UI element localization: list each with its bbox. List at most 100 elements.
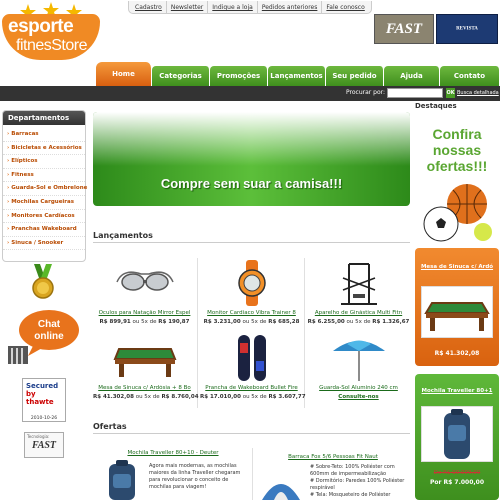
product-name[interactable]: Prancha de Wakeboard Bullet Fire: [200, 385, 303, 391]
department-item-pranchas[interactable]: › Pranchas Wakeboard: [3, 223, 85, 237]
offer-description: # Sobre-Teto: 100% Poliéster com 600mm d…: [310, 464, 404, 499]
featured-product-mochila[interactable]: Mochila Traveller 80+1 De R$ 00.000,00 P…: [415, 374, 499, 500]
search-ok-button[interactable]: OK: [446, 88, 455, 98]
fast-logo[interactable]: FAST: [374, 14, 434, 44]
tab-promocoes[interactable]: Promoções: [210, 66, 268, 86]
exame-prefix: REVISTA: [456, 26, 478, 32]
promo-banner[interactable]: Compre sem suar a camisa!!!: [93, 112, 410, 206]
tab-categorias[interactable]: Categorias: [152, 66, 210, 86]
confira-text: Confira nossas ofertas!!!: [415, 126, 499, 174]
product-card[interactable]: Aparelho de Ginástica Multi Fitn R$ 6.25…: [307, 260, 410, 340]
arrow-icon: ›: [7, 171, 10, 178]
installments-label: ou 5x de: [130, 319, 159, 325]
confira-ofertas-banner[interactable]: Confira nossas ofertas!!!: [415, 122, 499, 242]
product-price: R$ 17.010,00 ou 5x de R$ 3.607,77: [200, 394, 306, 400]
tab-home[interactable]: Home: [96, 62, 152, 86]
top-link-pedidos[interactable]: Pedidos anteriores: [258, 1, 323, 13]
product-card[interactable]: Guarda-Sol Alumínio 240 cm Consulte-nos: [307, 335, 410, 415]
arrow-icon: ›: [7, 198, 10, 205]
offer-card[interactable]: Mochila Traveller 80+10 - Deuter Agora m…: [93, 448, 249, 500]
product-name[interactable]: Monitor Cardíaco Vibra Trainer 8: [200, 310, 303, 316]
secured-seal[interactable]: Secured by thawte 2010-10-26: [22, 378, 66, 422]
column-divider: [197, 258, 198, 408]
product-card[interactable]: Monitor Cardíaco Vibra Trainer 8 R$ 3.23…: [200, 260, 303, 340]
product-card[interactable]: Prancha de Wakeboard Bullet Fire R$ 17.0…: [200, 335, 306, 415]
featured-price: R$ 41.302,08: [434, 350, 480, 357]
department-label: Mochilas Cargueiras: [11, 198, 75, 205]
installments-label: ou 5x de: [133, 394, 162, 400]
tab-seu-pedido[interactable]: Seu pedido: [326, 66, 384, 86]
featured-name[interactable]: Mochila Traveller 80+1: [415, 388, 499, 394]
department-label: Monitores Cardíacos: [11, 212, 75, 219]
installment-value: R$ 1.326,67: [372, 319, 410, 325]
department-label: Fitness: [11, 171, 34, 178]
price-value: R$ 41.302,08: [93, 394, 134, 400]
pool-table-icon: [113, 348, 177, 377]
department-item-fitness[interactable]: › Fitness: [3, 169, 85, 183]
department-item-barracas[interactable]: › Barracas: [3, 128, 85, 142]
divider: [93, 242, 410, 243]
exame-logo[interactable]: REVISTA EXAME: [436, 14, 498, 66]
offer-desc-line: para revolucionar o conceito de: [149, 477, 229, 483]
arrow-icon: ›: [7, 131, 10, 137]
department-item-elipticos[interactable]: › Elípticos: [3, 155, 85, 169]
top-link-cadastro[interactable]: Cadastro: [131, 1, 167, 13]
secured-date: 2010-10-26: [30, 416, 58, 421]
arrow-icon: ›: [7, 158, 10, 165]
tab-contato[interactable]: Contato: [440, 66, 500, 86]
featured-old-price: De R$ 00.000,00: [433, 470, 481, 476]
chat-online-button[interactable]: Chat online: [4, 306, 84, 368]
offer-card[interactable]: Barraca Fox 5/6 Pessoas Fit Naut # Sobre…: [256, 452, 410, 500]
secured-line2: by thawte: [23, 390, 65, 406]
offer-name[interactable]: Mochila Traveller 80+10 - Deuter: [103, 450, 243, 456]
product-name[interactable]: Óculos para Natação Mirror Espel: [93, 310, 196, 316]
departments-panel: Departamentos › Barracas › Bicicletas e Ac…: [2, 110, 87, 262]
offer-desc-line: # Tela: Mosqueteiro de Poliéster: [310, 492, 391, 498]
sports-balls-icon: [423, 184, 492, 242]
product-price: R$ 899,91 ou 5x de R$ 190,87: [93, 319, 196, 325]
department-item-bicicletas[interactable]: › Bicicletas e Acessórios: [3, 142, 85, 156]
arrow-icon: ›: [7, 239, 10, 246]
technology-badge[interactable]: Tecnologia: FAST: [24, 432, 64, 458]
departments-list: › Barracas › Bicicletas e Acessórios › Elíp…: [3, 125, 87, 251]
arrow-icon: ›: [7, 144, 10, 151]
store-logo[interactable]: esporte fitnesStore: [2, 2, 102, 60]
installments-label: ou 5x de: [240, 394, 269, 400]
departments-title: Departamentos: [3, 111, 85, 125]
department-label: Barracas: [11, 131, 39, 137]
featured-product-sinuca[interactable]: Mesa de Sinuca c/ Ardó R$ 41.302,08: [415, 248, 499, 366]
product-price[interactable]: Consulte-nos: [307, 394, 410, 400]
department-label: Sinuca / Snooker: [11, 239, 64, 246]
offer-desc-line: maiores da linha Traveller chegaram: [149, 470, 241, 476]
featured-price: Por R$ 7.000,00: [429, 479, 485, 486]
product-name[interactable]: Mesa de Sinuca c/ Ardósia + 8 Bo: [93, 385, 196, 391]
top-link-indique[interactable]: Indique a loja: [208, 1, 258, 13]
offer-name[interactable]: Barraca Fox 5/6 Pessoas Fit Naut: [258, 454, 408, 460]
tab-ajuda[interactable]: Ajuda: [384, 66, 440, 86]
backpack-icon: [444, 409, 470, 459]
installment-value: R$ 685,28: [268, 319, 300, 325]
product-card[interactable]: Mesa de Sinuca c/ Ardósia + 8 Bo R$ 41.3…: [93, 335, 199, 415]
department-item-sinuca[interactable]: › Sinuca / Snooker: [3, 237, 85, 251]
product-name[interactable]: Guarda-Sol Alumínio 240 cm: [307, 385, 410, 391]
search-input[interactable]: [387, 88, 443, 98]
price-value: R$ 3.231,00: [203, 319, 241, 325]
product-name[interactable]: Aparelho de Ginástica Multi Fitn: [307, 310, 410, 316]
featured-name[interactable]: Mesa de Sinuca c/ Ardó: [415, 264, 499, 270]
top-link-fale-conosco[interactable]: Fale conosco: [322, 1, 368, 13]
department-item-mochilas[interactable]: › Mochilas Cargueiras: [3, 196, 85, 210]
department-item-guarda-sol[interactable]: › Guarda-Sol e Ombrelone: [3, 182, 87, 196]
department-item-monitores[interactable]: › Monitores Cardíacos: [3, 210, 85, 224]
offer-description: Agora mais modernas, as mochilas maiores…: [149, 463, 240, 491]
pool-table-icon: [424, 302, 490, 331]
installments-label: ou 5x de: [344, 319, 373, 325]
chat-line2: online: [34, 331, 64, 342]
arrow-icon: ›: [7, 212, 10, 219]
tab-lancamentos[interactable]: Lançamentos: [268, 66, 326, 86]
arrow-icon: ›: [7, 185, 10, 192]
goggles-icon: [116, 271, 174, 291]
top-link-newsletter[interactable]: Newsletter: [167, 1, 209, 13]
product-price: R$ 3.231,00 ou 5x de R$ 685,28: [200, 319, 303, 325]
product-card[interactable]: Óculos para Natação Mirror Espel R$ 899,…: [93, 260, 196, 340]
advanced-search-link[interactable]: Busca detalhada: [457, 90, 499, 96]
